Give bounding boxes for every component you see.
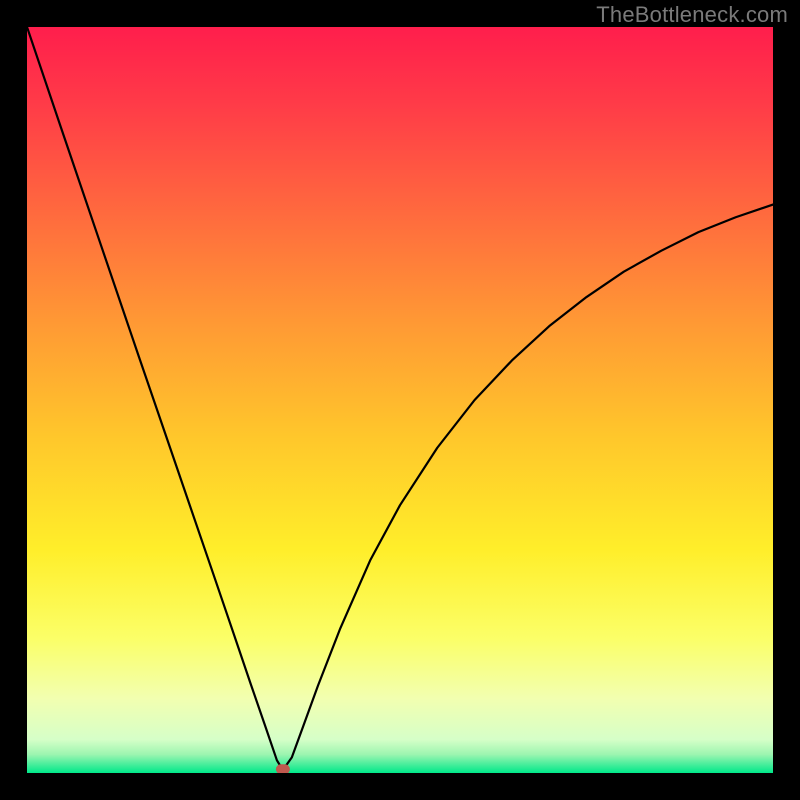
chart-svg: [27, 27, 773, 773]
minimum-marker: [276, 764, 290, 773]
attribution-text: TheBottleneck.com: [596, 2, 788, 28]
chart-plot-area: [27, 27, 773, 773]
chart-frame: TheBottleneck.com: [0, 0, 800, 800]
chart-background: [27, 27, 773, 773]
